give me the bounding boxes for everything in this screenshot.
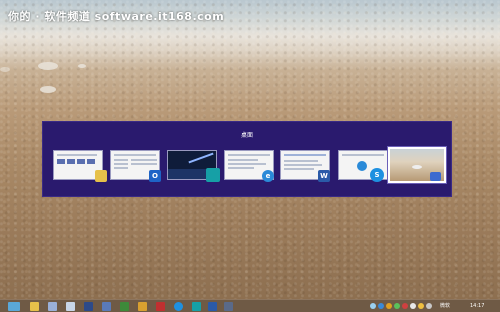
tray-icon[interactable] xyxy=(370,303,376,309)
pebble xyxy=(40,86,56,93)
input-language[interactable]: 微软 xyxy=(440,302,450,311)
desktop-peek-icon[interactable] xyxy=(8,302,20,311)
explorer-folder-icon xyxy=(95,170,107,182)
thumb-block xyxy=(188,152,214,164)
ie-icon: e xyxy=(262,170,274,182)
pebble xyxy=(78,64,86,68)
tray-icon[interactable] xyxy=(386,303,392,309)
thumb-line xyxy=(57,154,97,156)
sogou-icon: S xyxy=(370,168,384,182)
tray-icon[interactable] xyxy=(394,303,400,309)
thumb-block xyxy=(77,159,85,164)
taskbar-app-icon[interactable] xyxy=(84,302,93,311)
thumb-line xyxy=(114,167,128,169)
tray-icon[interactable] xyxy=(418,303,424,309)
word-icon: W xyxy=(318,170,330,182)
alt-tab-switcher: 桌面 O e W S xyxy=(42,121,452,197)
file-explorer-icon[interactable] xyxy=(30,302,39,311)
thumb-line xyxy=(284,164,322,166)
thumb-block xyxy=(57,159,65,164)
switcher-title: 桌面 xyxy=(240,132,253,139)
tray-icon[interactable] xyxy=(402,303,408,309)
thumb-line xyxy=(228,167,254,169)
tray-icon[interactable] xyxy=(378,303,384,309)
word-taskbar-icon[interactable] xyxy=(208,302,217,311)
taskbar-app-icon[interactable] xyxy=(66,302,75,311)
thumb-block xyxy=(412,165,422,169)
thumb-line xyxy=(131,159,157,161)
taskbar-app-icon[interactable] xyxy=(102,302,111,311)
thumb-block xyxy=(87,159,95,164)
thumb-line xyxy=(284,168,314,170)
clock[interactable]: 14:17 xyxy=(470,302,484,311)
taskbar-app-icon[interactable] xyxy=(224,302,233,311)
taskbar: 微软 14:17 xyxy=(0,299,500,312)
photos-icon xyxy=(206,168,220,182)
taskbar-app-icon[interactable] xyxy=(138,302,147,311)
thumb-line xyxy=(228,163,266,165)
thumb-line xyxy=(284,154,326,156)
thumb-line xyxy=(114,163,128,165)
tray-icon[interactable] xyxy=(410,303,416,309)
thumb-line xyxy=(284,160,318,162)
thumb-line xyxy=(114,154,156,156)
thumb-line xyxy=(114,159,128,161)
sogou-taskbar-icon[interactable] xyxy=(174,302,183,311)
taskbar-app-icon[interactable] xyxy=(120,302,129,311)
thumb-line xyxy=(228,154,270,156)
pebble xyxy=(0,67,10,72)
taskbar-app-icon[interactable] xyxy=(156,302,165,311)
tray-icon[interactable] xyxy=(426,303,432,309)
thumb-block xyxy=(357,161,367,171)
watermark: 你的 · 软件频道 software.it168.com xyxy=(8,10,225,23)
thumb-line xyxy=(228,159,258,161)
desktop-icon xyxy=(430,172,441,181)
thumb-line xyxy=(342,154,384,156)
thumb-line xyxy=(131,163,157,165)
taskbar-app-icon[interactable] xyxy=(48,302,57,311)
pebble xyxy=(38,62,58,70)
outlook-icon: O xyxy=(149,170,161,182)
thumb-block xyxy=(67,159,75,164)
photos-taskbar-icon[interactable] xyxy=(192,302,201,311)
